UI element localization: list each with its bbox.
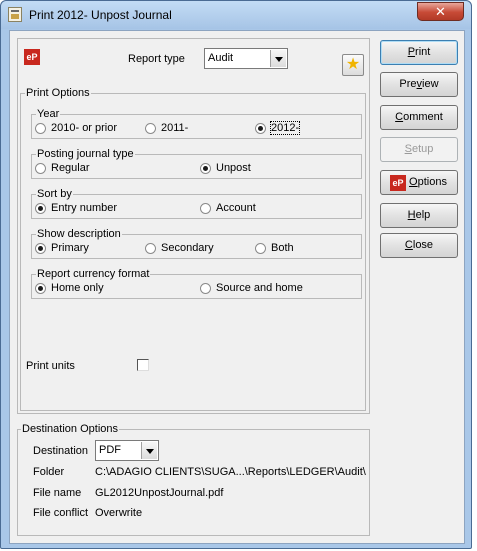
help-button[interactable]: Help [380, 203, 458, 228]
chevron-down-icon[interactable] [141, 442, 157, 459]
report-currency-format-group: Report currency format Home only Source … [31, 268, 362, 299]
sort-by-title: Sort by [36, 188, 73, 200]
print-options-frame: Print Options Year 2010- or prior 2011- … [20, 87, 366, 411]
app-icon [8, 7, 22, 22]
radio-dot-selected [200, 162, 211, 174]
year-title: Year [36, 108, 61, 120]
sort-option-label: Entry number [51, 202, 118, 214]
radio-dot [145, 242, 156, 254]
report-type-select[interactable]: Audit [204, 48, 288, 69]
year-group: Year 2010- or prior 2011- 2012- [31, 108, 362, 139]
file-conflict-value: Overwrite [95, 507, 143, 519]
year-option-label: 2012- [269, 121, 301, 135]
radio-dot-selected [35, 282, 46, 294]
destination-options-frame: Destination Options Destination PDF Fold… [17, 423, 370, 536]
close-button[interactable]: Close [380, 233, 458, 258]
posting-journal-type-title: Posting journal type [36, 148, 135, 160]
window-close-button[interactable]: ✕ [417, 2, 464, 21]
folder-label: Folder [33, 466, 65, 478]
sort-radio-entry-number[interactable]: Entry number [35, 202, 117, 214]
report-type-value: Audit [208, 52, 234, 64]
radio-dot [35, 162, 46, 174]
radio-dot-selected [35, 202, 46, 214]
description-radio-primary[interactable]: Primary [35, 242, 89, 254]
file-conflict-label: File conflict [33, 507, 89, 519]
options-button[interactable]: eP Options [380, 170, 458, 195]
currency-radio-source-and-home[interactable]: Source and home [200, 282, 303, 294]
posting-journal-type-group: Posting journal type Regular Unpost [31, 148, 362, 179]
posting-option-label: Regular [51, 162, 90, 174]
year-option-label: 2010- or prior [51, 122, 118, 134]
print-dialog-window: Print 2012- Unpost Journal ✕ eP Report t… [0, 0, 472, 549]
show-description-title: Show description [36, 228, 122, 240]
print-units-label: Print units [26, 360, 75, 372]
radio-dot [200, 282, 211, 294]
posting-option-label: Unpost [216, 162, 251, 174]
print-options-title: Print Options [25, 87, 91, 99]
description-radio-secondary[interactable]: Secondary [145, 242, 214, 254]
favorite-star-icon[interactable]: ★ [342, 54, 364, 76]
print-units-checkbox[interactable] [137, 359, 149, 371]
report-panel: eP Report type Audit ★ Print Options Yea… [17, 38, 370, 414]
posting-radio-unpost[interactable]: Unpost [200, 162, 251, 174]
show-description-group: Show description Primary Secondary Both [31, 228, 362, 259]
sort-radio-account[interactable]: Account [200, 202, 256, 214]
radio-dot [200, 202, 211, 214]
radio-dot [145, 122, 156, 134]
ep-logo-icon: eP [24, 49, 40, 65]
description-option-label: Primary [51, 242, 89, 254]
file-name-value: GL2012UnpostJournal.pdf [95, 487, 224, 499]
radio-dot [35, 122, 46, 134]
title-bar[interactable]: Print 2012- Unpost Journal ✕ [1, 1, 471, 29]
posting-radio-regular[interactable]: Regular [35, 162, 90, 174]
destination-options-title: Destination Options [21, 423, 119, 435]
year-radio-2011[interactable]: 2011- [145, 122, 188, 134]
currency-radio-home-only[interactable]: Home only [35, 282, 104, 294]
radio-dot-selected [255, 122, 266, 134]
description-option-label: Both [271, 242, 294, 254]
radio-dot [255, 242, 266, 254]
sort-by-group: Sort by Entry number Account [31, 188, 362, 219]
radio-dot-selected [35, 242, 46, 254]
file-name-label: File name [33, 487, 82, 499]
currency-option-label: Source and home [216, 282, 303, 294]
folder-value: C:\ADAGIO CLIENTS\SUGA...\Reports\LEDGER… [95, 466, 366, 478]
window-title: Print 2012- Unpost Journal [29, 8, 172, 22]
print-button[interactable]: Print [380, 40, 458, 65]
setup-button[interactable]: Setup [380, 137, 458, 162]
chevron-down-icon[interactable] [270, 50, 286, 67]
ep-logo-icon: eP [390, 175, 406, 191]
report-type-label: Report type [128, 53, 185, 65]
year-option-label: 2011- [161, 122, 189, 134]
comment-button[interactable]: Comment [380, 105, 458, 130]
currency-option-label: Home only [51, 282, 104, 294]
preview-button[interactable]: Preview [380, 72, 458, 97]
destination-select[interactable]: PDF [95, 440, 159, 461]
year-radio-2010[interactable]: 2010- or prior [35, 122, 117, 134]
destination-label: Destination [33, 445, 89, 457]
destination-value: PDF [99, 444, 121, 456]
year-radio-2012[interactable]: 2012- [255, 121, 301, 135]
report-currency-format-title: Report currency format [36, 268, 151, 280]
description-option-label: Secondary [161, 242, 214, 254]
dialog-body: eP Report type Audit ★ Print Options Yea… [9, 30, 465, 544]
description-radio-both[interactable]: Both [255, 242, 294, 254]
sort-option-label: Account [216, 202, 256, 214]
